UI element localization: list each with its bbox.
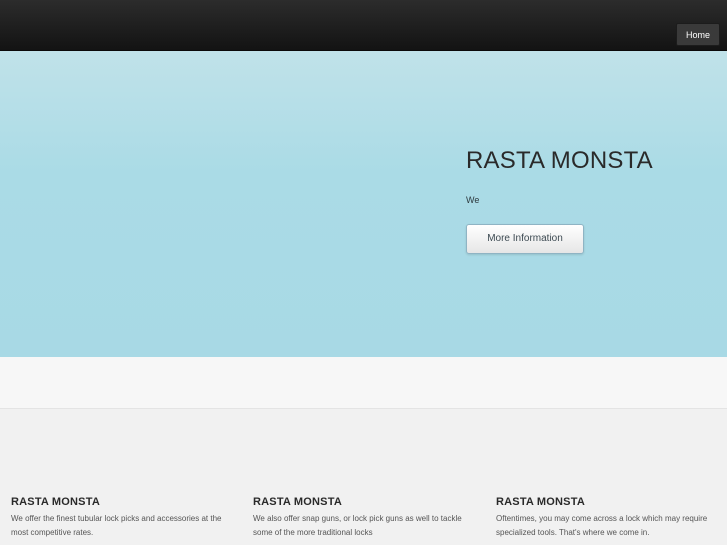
feature-text: We offer the finest tubular lock picks a…	[11, 514, 222, 537]
feature-title: RASTA MONSTA	[496, 496, 585, 508]
feature-title: RASTA MONSTA	[11, 496, 100, 508]
top-navbar: Home	[0, 0, 727, 51]
feature-title: RASTA MONSTA	[253, 496, 342, 508]
feature-column-1: RASTA MONSTA We offer the finest tubular…	[11, 496, 236, 540]
feature-column-3: RASTA MONSTA Oftentimes, you may come ac…	[496, 496, 721, 540]
hero-text: We	[466, 195, 480, 205]
hero-section: RASTA MONSTA We More Information	[0, 51, 727, 357]
feature-text: Oftentimes, you may come across a lock w…	[496, 514, 708, 537]
hero-title: RASTA MONSTA	[466, 147, 653, 174]
feature-text: We also offer snap guns, or lock pick gu…	[253, 514, 462, 537]
more-information-button[interactable]: More Information	[466, 224, 584, 254]
nav-home-link[interactable]: Home	[675, 23, 720, 46]
divider-band	[0, 357, 727, 409]
feature-column-2: RASTA MONSTA We also offer snap guns, or…	[253, 496, 478, 540]
